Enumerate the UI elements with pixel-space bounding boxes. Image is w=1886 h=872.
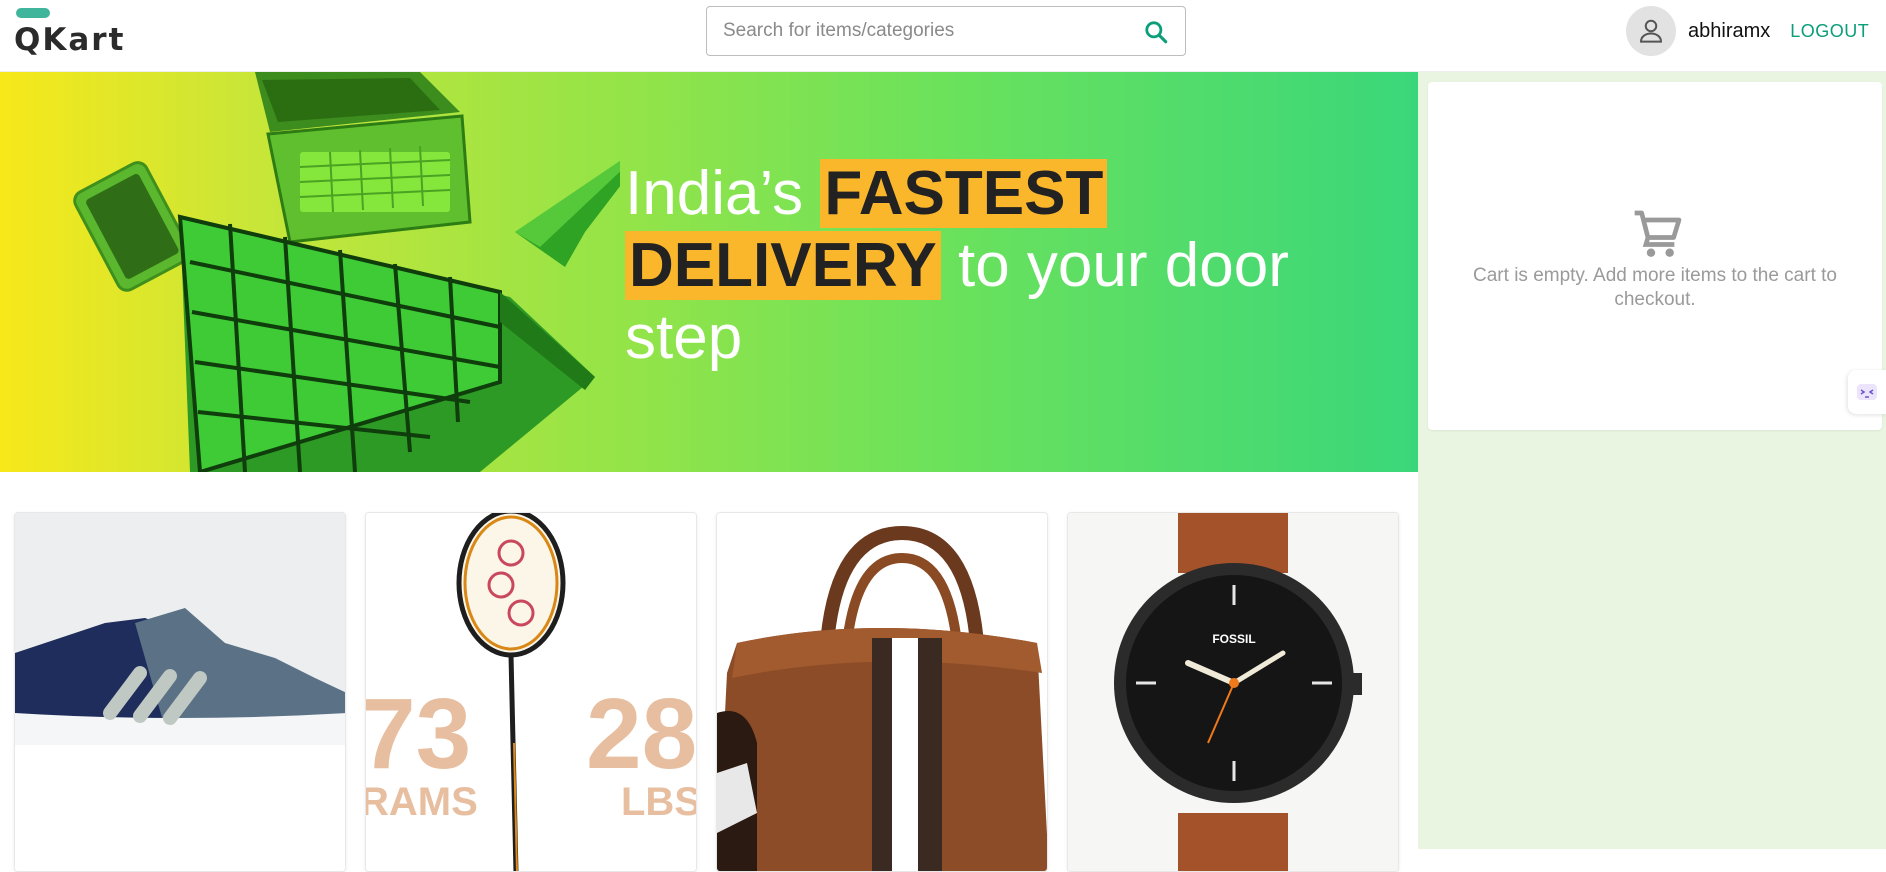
racket-tension-number: 28 <box>586 678 697 790</box>
product-card[interactable]: FOSSIL <box>1067 512 1399 872</box>
logo-bar <box>16 8 50 18</box>
side-widget-tab[interactable] <box>1848 370 1886 414</box>
username: abhiramx <box>1688 19 1771 42</box>
side-widget-icon <box>1857 384 1877 400</box>
avatar[interactable] <box>1626 6 1676 56</box>
cart-empty-message: Cart is empty. Add more items to the car… <box>1473 265 1837 310</box>
hero-line-1-text: India’s <box>625 159 821 228</box>
qkart-logo[interactable]: QKart <box>14 8 126 58</box>
user-icon <box>1639 19 1663 43</box>
badminton-racket-image: 73 RAMS 28 LBS <box>366 513 697 871</box>
racket-tension-unit: LBS <box>621 780 697 824</box>
sneaker-image <box>15 513 345 871</box>
cart-icon <box>1634 210 1682 257</box>
product-card[interactable] <box>716 512 1048 872</box>
product-card[interactable]: 73 RAMS 28 LBS <box>365 512 697 872</box>
cart-box: Cart is empty. Add more items to the car… <box>1428 82 1882 430</box>
hero-line-3-text: step <box>625 303 743 372</box>
logout-button[interactable]: LOGOUT <box>1790 21 1869 42</box>
cart-panel: Cart is empty. Add more items to the car… <box>1418 72 1886 849</box>
user-section: abhiramx LOGOUT <box>1626 6 1869 56</box>
product-card[interactable] <box>14 512 346 872</box>
product-grid: 73 RAMS 28 LBS FOSSIL <box>0 472 1418 872</box>
hero-banner: India’s FASTEST DELIVERY to your door st… <box>0 72 1418 472</box>
wrist-watch-image: FOSSIL <box>1068 513 1398 871</box>
search-input[interactable] <box>723 7 1123 55</box>
search-icon[interactable] <box>1143 19 1169 45</box>
search-bar <box>706 6 1186 56</box>
racket-weight-unit: RAMS <box>366 780 478 824</box>
hero-headline: India’s FASTEST DELIVERY to your door st… <box>625 158 1325 374</box>
watch-brand: FOSSIL <box>1212 632 1255 646</box>
hero-highlight-fastest: FASTEST <box>820 159 1108 228</box>
logo-text: QKart <box>14 22 126 58</box>
header: QKart abhiramx LOGOUT <box>0 0 1886 72</box>
delivery-illustration <box>73 72 620 472</box>
hero-line-2-text: to your door <box>940 231 1289 300</box>
duffel-bag-image <box>717 513 1047 871</box>
racket-weight-number: 73 <box>366 678 471 790</box>
hero-highlight-delivery: DELIVERY <box>625 231 941 300</box>
